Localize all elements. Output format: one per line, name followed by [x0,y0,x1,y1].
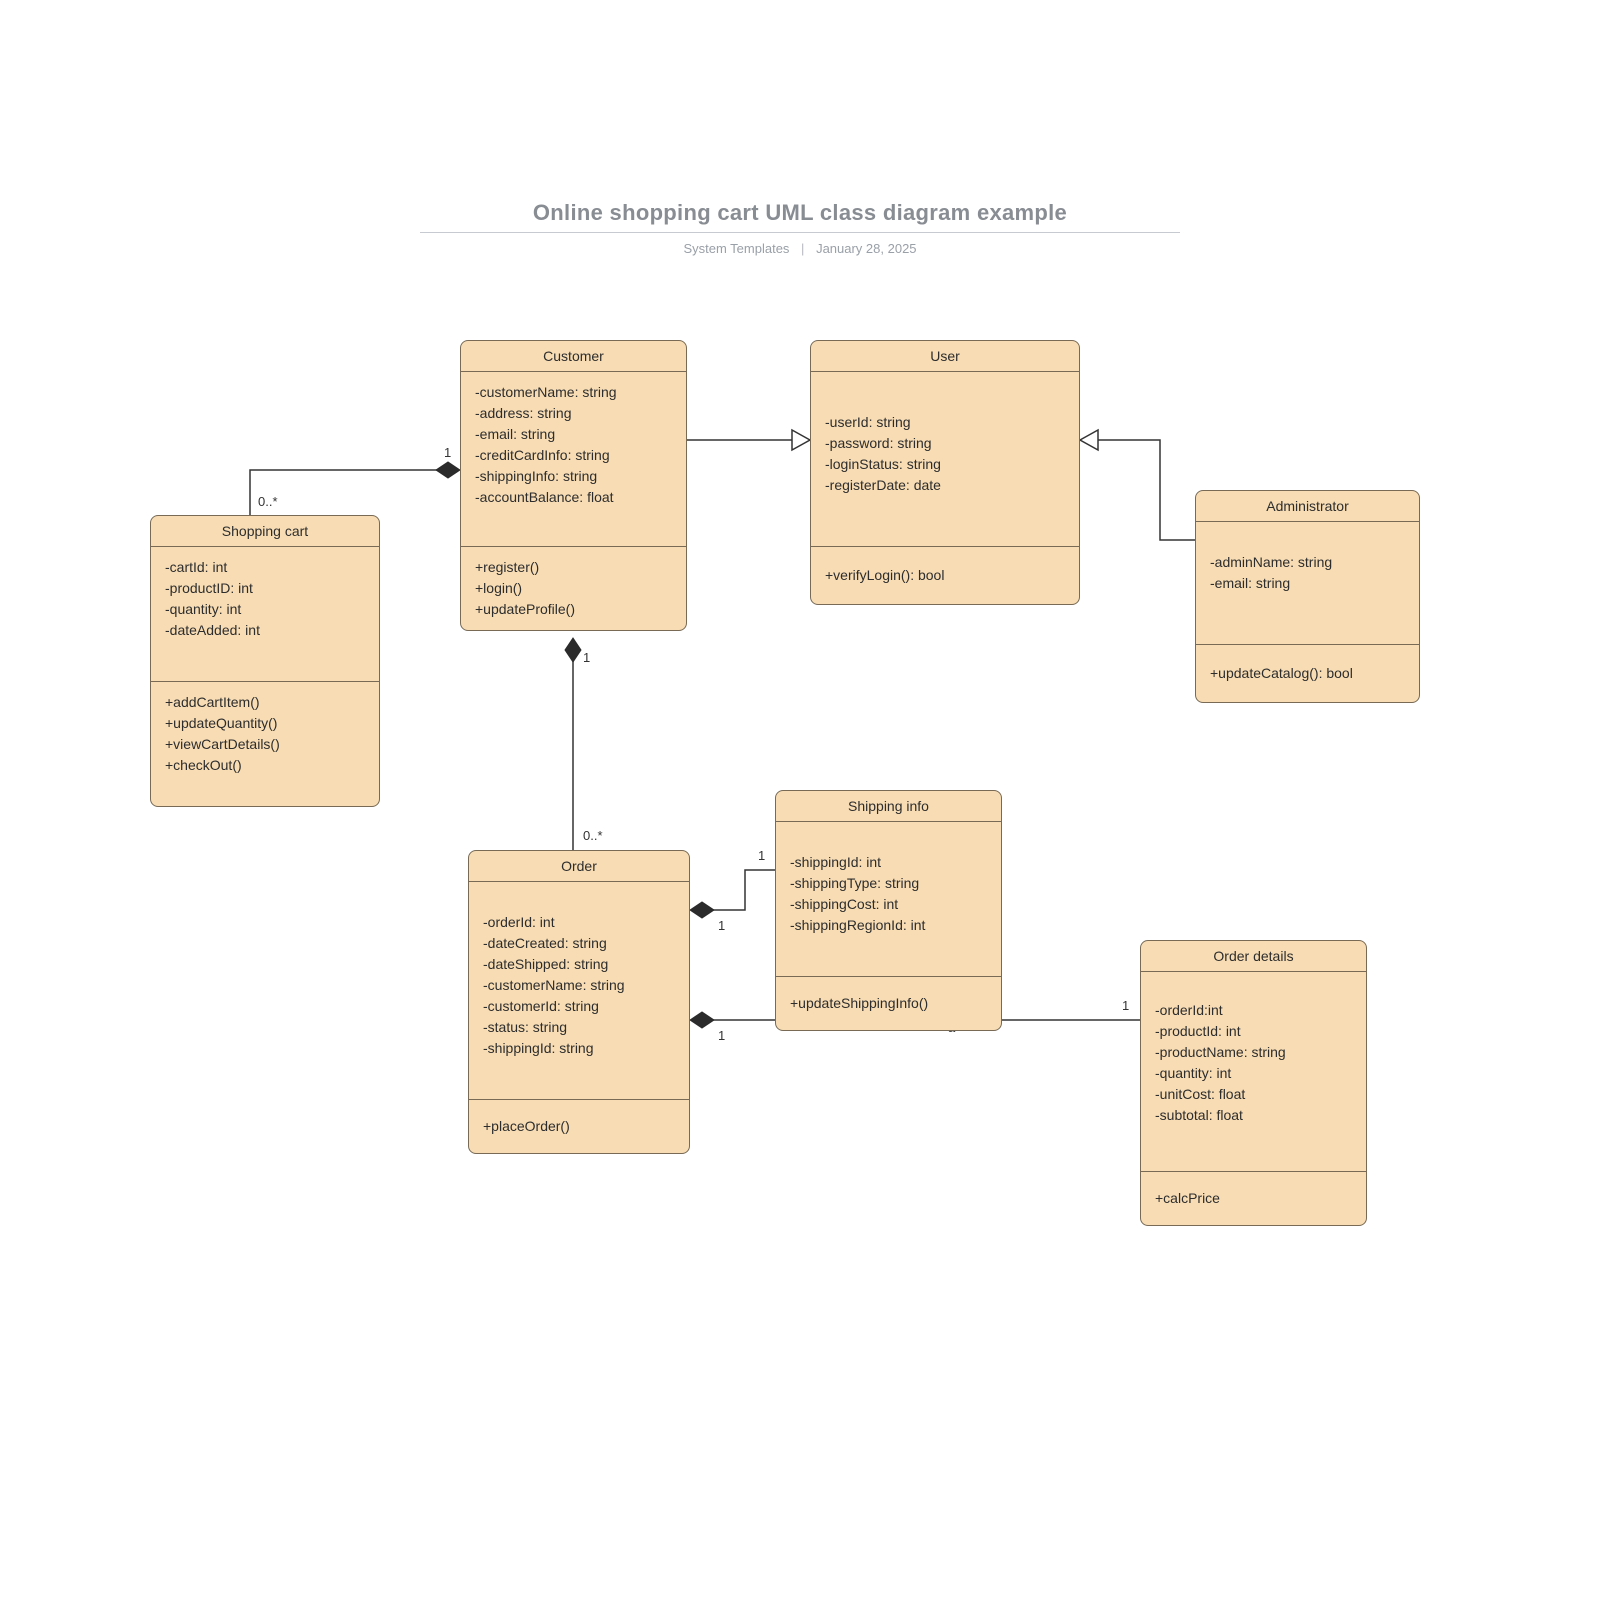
class-shopping-cart: Shopping cart -cartId: int -productID: i… [150,515,380,807]
attr: -shippingCost: int [790,894,987,915]
class-ops: +calcPrice [1141,1172,1366,1225]
class-name: Order details [1141,941,1366,972]
class-ops: +verifyLogin(): bool [811,547,1079,604]
op: +updateQuantity() [165,713,365,734]
mult-customer-order-1: 1 [583,650,590,665]
attr: -creditCardInfo: string [475,445,672,466]
attr: -email: string [1210,573,1405,594]
class-name: Shipping info [776,791,1001,822]
class-attrs: -orderId: int -dateCreated: string -date… [469,882,689,1100]
diagram-date: January 28, 2025 [816,241,916,256]
edge-order-shipping [690,870,775,918]
class-ops: +updateCatalog(): bool [1196,645,1419,702]
class-attrs: -orderId:int -productId: int -productNam… [1141,972,1366,1172]
class-customer: Customer -customerName: string -address:… [460,340,687,631]
attr: -status: string [483,1017,675,1038]
attr: -orderId:int [1155,1000,1352,1021]
attr: -unitCost: float [1155,1084,1352,1105]
attr: -customerId: string [483,996,675,1017]
op: +register() [475,557,672,578]
op: +addCartItem() [165,692,365,713]
mult-order-ship-right: 1 [758,848,765,863]
class-name: Shopping cart [151,516,379,547]
attr: -loginStatus: string [825,454,1065,475]
attr: -email: string [475,424,672,445]
attr: -password: string [825,433,1065,454]
edge-administrator-user [1080,430,1195,540]
class-ops: +addCartItem() +updateQuantity() +viewCa… [151,682,379,806]
attr: -adminName: string [1210,552,1405,573]
attr: -shippingId: int [790,852,987,873]
subtitle-separator: | [801,241,804,256]
class-attrs: -adminName: string -email: string [1196,522,1419,645]
mult-customer-order-many: 0..* [583,828,603,843]
mult-customer-cart-1: 1 [444,445,451,460]
class-ops: +placeOrder() [469,1100,689,1153]
class-order: Order -orderId: int -dateCreated: string… [468,850,690,1154]
attr: -productName: string [1155,1042,1352,1063]
attr: -dateAdded: int [165,620,365,641]
class-attrs: -userId: string -password: string -login… [811,372,1079,547]
op: +updateCatalog(): bool [1210,663,1405,684]
attr: -cartId: int [165,557,365,578]
attr: -registerDate: date [825,475,1065,496]
edge-customer-order [565,638,581,850]
attr: -customerName: string [483,975,675,996]
edge-customer-shoppingcart [250,462,460,515]
op: +viewCartDetails() [165,734,365,755]
op: +checkOut() [165,755,365,776]
edge-customer-user [687,430,810,450]
attr: -dateShipped: string [483,954,675,975]
attr: -orderId: int [483,912,675,933]
class-order-details: Order details -orderId:int -productId: i… [1140,940,1367,1226]
op: +updateProfile() [475,599,672,620]
class-attrs: -cartId: int -productID: int -quantity: … [151,547,379,682]
class-name: Customer [461,341,686,372]
attr: -dateCreated: string [483,933,675,954]
attr: -shippingType: string [790,873,987,894]
class-attrs: -shippingId: int -shippingType: string -… [776,822,1001,977]
diagram-author: System Templates [683,241,789,256]
mult-order-od-right: 1 [1122,998,1129,1013]
class-ops: +updateShippingInfo() [776,977,1001,1030]
diagram-header: Online shopping cart UML class diagram e… [0,200,1600,256]
op: +login() [475,578,672,599]
title-rule [420,232,1180,233]
attr: -customerName: string [475,382,672,403]
attr: -productID: int [165,578,365,599]
attr: -shippingRegionId: int [790,915,987,936]
attr: -userId: string [825,412,1065,433]
op: +updateShippingInfo() [790,993,987,1014]
class-attrs: -customerName: string -address: string -… [461,372,686,547]
op: +verifyLogin(): bool [825,565,1065,586]
attr: -quantity: int [165,599,365,620]
diagram-subtitle: System Templates | January 28, 2025 [0,241,1600,256]
class-administrator: Administrator -adminName: string -email:… [1195,490,1420,703]
op: +calcPrice [1155,1188,1352,1209]
mult-order-ship-left: 1 [718,918,725,933]
class-name: Order [469,851,689,882]
attr: -productId: int [1155,1021,1352,1042]
attr: -subtotal: float [1155,1105,1352,1126]
attr: -shippingInfo: string [475,466,672,487]
class-name: Administrator [1196,491,1419,522]
class-name: User [811,341,1079,372]
class-user: User -userId: string -password: string -… [810,340,1080,605]
mult-order-od-left: 1 [718,1028,725,1043]
diagram-title: Online shopping cart UML class diagram e… [0,200,1600,226]
attr: -shippingId: string [483,1038,675,1059]
attr: -accountBalance: float [475,487,672,508]
mult-customer-cart-many: 0..* [258,494,278,509]
class-ops: +register() +login() +updateProfile() [461,547,686,630]
op: +placeOrder() [483,1116,675,1137]
class-shipping-info: Shipping info -shippingId: int -shipping… [775,790,1002,1031]
attr: -address: string [475,403,672,424]
attr: -quantity: int [1155,1063,1352,1084]
